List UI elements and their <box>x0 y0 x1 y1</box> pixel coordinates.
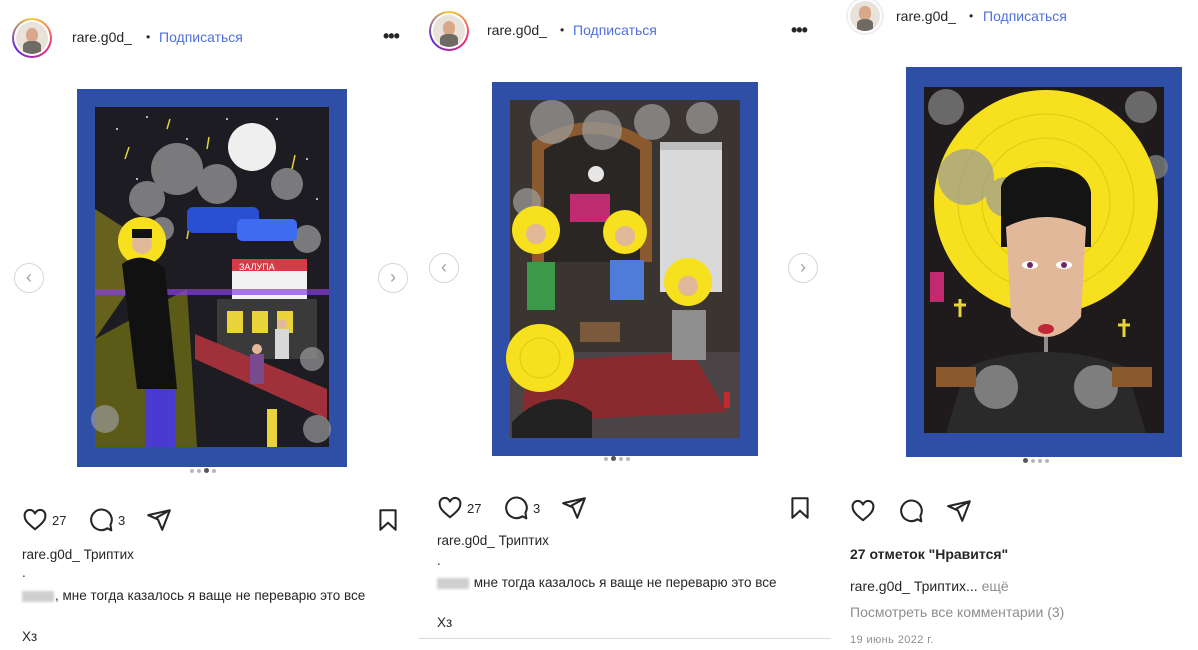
carousel-dot-active <box>203 468 209 474</box>
post-image[interactable]: ЗАЛУПА <box>77 89 347 467</box>
carousel-dots <box>1021 452 1050 464</box>
carousel-dot <box>1037 458 1042 463</box>
comment-icon <box>900 499 923 523</box>
comment: , мне тогда казалось я ваще не переварю … <box>22 586 407 606</box>
like-button[interactable]: 27 <box>22 507 66 533</box>
separator-dot: • <box>146 30 151 44</box>
likes-count: 27 <box>52 512 67 528</box>
comment-text: , мне тогда казалось я ваще не переварю … <box>55 588 366 603</box>
carousel-dots <box>188 462 217 474</box>
heart-icon <box>851 499 875 522</box>
post-2: rare.g0d_ • Подписаться ••• ‹ › 27 3 rar… <box>415 0 833 650</box>
action-bar <box>850 498 1190 528</box>
heart-icon <box>438 496 462 519</box>
post-image[interactable] <box>906 67 1182 457</box>
username-link[interactable]: rare.g0d_ <box>72 29 132 45</box>
comment: мне тогда казалось я ваще не переварю эт… <box>437 573 822 593</box>
comments-count: 3 <box>533 500 541 516</box>
likes-summary[interactable]: 27 отметок "Нравится" <box>850 546 1008 562</box>
more-options-icon[interactable]: ••• <box>791 20 808 41</box>
caption-dot: . <box>22 565 26 580</box>
caption: rare.g0d_ Триптих <box>22 545 407 565</box>
caption: rare.g0d_ Триптих... ещё <box>850 576 1190 596</box>
post-3: rare.g0d_ • Подписаться 27 отметок "Нрав… <box>836 0 1198 650</box>
artwork-street-scene: ЗАЛУПА <box>77 89 347 467</box>
follow-button[interactable]: Подписаться <box>983 8 1067 24</box>
caption-text: Триптих <box>498 533 549 548</box>
more-options-icon[interactable]: ••• <box>383 26 400 47</box>
avatar[interactable] <box>429 11 469 51</box>
share-icon <box>947 500 971 522</box>
follow-button[interactable]: Подписаться <box>573 22 657 38</box>
artwork-portrait-scene <box>906 67 1182 457</box>
carousel-dot <box>603 456 608 461</box>
likes-count: 27 <box>467 500 482 516</box>
caption-username[interactable]: rare.g0d_ <box>850 578 910 594</box>
post-header: rare.g0d_ • Подписаться ••• <box>0 12 412 62</box>
chevron-left-icon[interactable]: ‹ <box>14 263 44 293</box>
post-date: 19 июнь 2022 г. <box>850 634 934 646</box>
caption-text: Триптих <box>83 547 134 562</box>
redacted-mention <box>22 590 54 602</box>
share-button[interactable] <box>946 498 972 524</box>
view-all-comments-link[interactable]: Посмотреть все комментарии (3) <box>850 604 1064 620</box>
action-bar: 27 3 <box>22 507 402 537</box>
caption-text: Триптих... <box>913 578 978 594</box>
action-bar: 27 3 <box>437 495 817 525</box>
caption-username[interactable]: rare.g0d_ <box>22 547 80 562</box>
username-link[interactable]: rare.g0d_ <box>487 22 547 38</box>
heart-icon <box>23 508 47 531</box>
chevron-left-icon[interactable]: ‹ <box>429 253 459 283</box>
carousel-dot <box>1044 458 1049 463</box>
comments-count: 3 <box>118 512 126 528</box>
carousel-dot <box>189 468 194 473</box>
redacted-mention <box>437 577 469 589</box>
caption: rare.g0d_ Триптих <box>437 531 822 551</box>
post-1: rare.g0d_ • Подписаться ••• ЗАЛУПА ‹ › 2… <box>0 0 412 650</box>
caption-more-link[interactable]: ещё <box>982 578 1009 594</box>
carousel-dots <box>602 450 631 462</box>
follow-button[interactable]: Подписаться <box>159 29 243 45</box>
caption-username[interactable]: rare.g0d_ <box>437 533 495 548</box>
share-icon <box>562 497 586 519</box>
post-header: rare.g0d_ • Подписаться <box>836 0 1198 50</box>
share-button[interactable] <box>561 495 587 521</box>
like-button[interactable] <box>850 498 876 524</box>
comment-button[interactable] <box>898 498 924 524</box>
separator-dot: • <box>969 9 974 23</box>
carousel-dot <box>196 468 201 473</box>
chevron-right-icon[interactable]: › <box>378 263 408 293</box>
comment-icon <box>505 496 528 520</box>
artwork-room-scene <box>492 82 758 456</box>
separator-dot: • <box>560 23 565 37</box>
comment-line-2: Хз <box>22 629 38 644</box>
comment-line-2: Хз <box>437 615 453 630</box>
bookmark-icon <box>379 509 397 531</box>
divider <box>419 638 831 639</box>
carousel-dot-active <box>1022 458 1028 464</box>
comment-button[interactable]: 3 <box>88 507 125 533</box>
caption-dot: . <box>437 553 441 568</box>
share-button[interactable] <box>146 507 172 533</box>
svg-text:ЗАЛУПА: ЗАЛУПА <box>239 262 275 272</box>
avatar[interactable] <box>846 0 884 35</box>
carousel-dot <box>1030 458 1035 463</box>
carousel-dot <box>211 468 216 473</box>
like-button[interactable]: 27 <box>437 495 481 521</box>
comment-text: мне тогда казалось я ваще не переварю эт… <box>470 575 777 590</box>
bookmark-button[interactable] <box>787 495 813 521</box>
comment-button[interactable]: 3 <box>503 495 540 521</box>
username-link[interactable]: rare.g0d_ <box>896 8 956 24</box>
bookmark-button[interactable] <box>375 507 401 533</box>
post-header: rare.g0d_ • Подписаться ••• <box>415 7 833 57</box>
carousel-dot-active <box>610 456 616 462</box>
comment-icon <box>90 508 113 532</box>
post-image[interactable] <box>492 82 758 456</box>
share-icon <box>147 509 171 531</box>
chevron-right-icon[interactable]: › <box>788 253 818 283</box>
bookmark-icon <box>791 497 809 519</box>
carousel-dot <box>625 456 630 461</box>
carousel-dot <box>618 456 623 461</box>
avatar[interactable] <box>12 18 52 58</box>
